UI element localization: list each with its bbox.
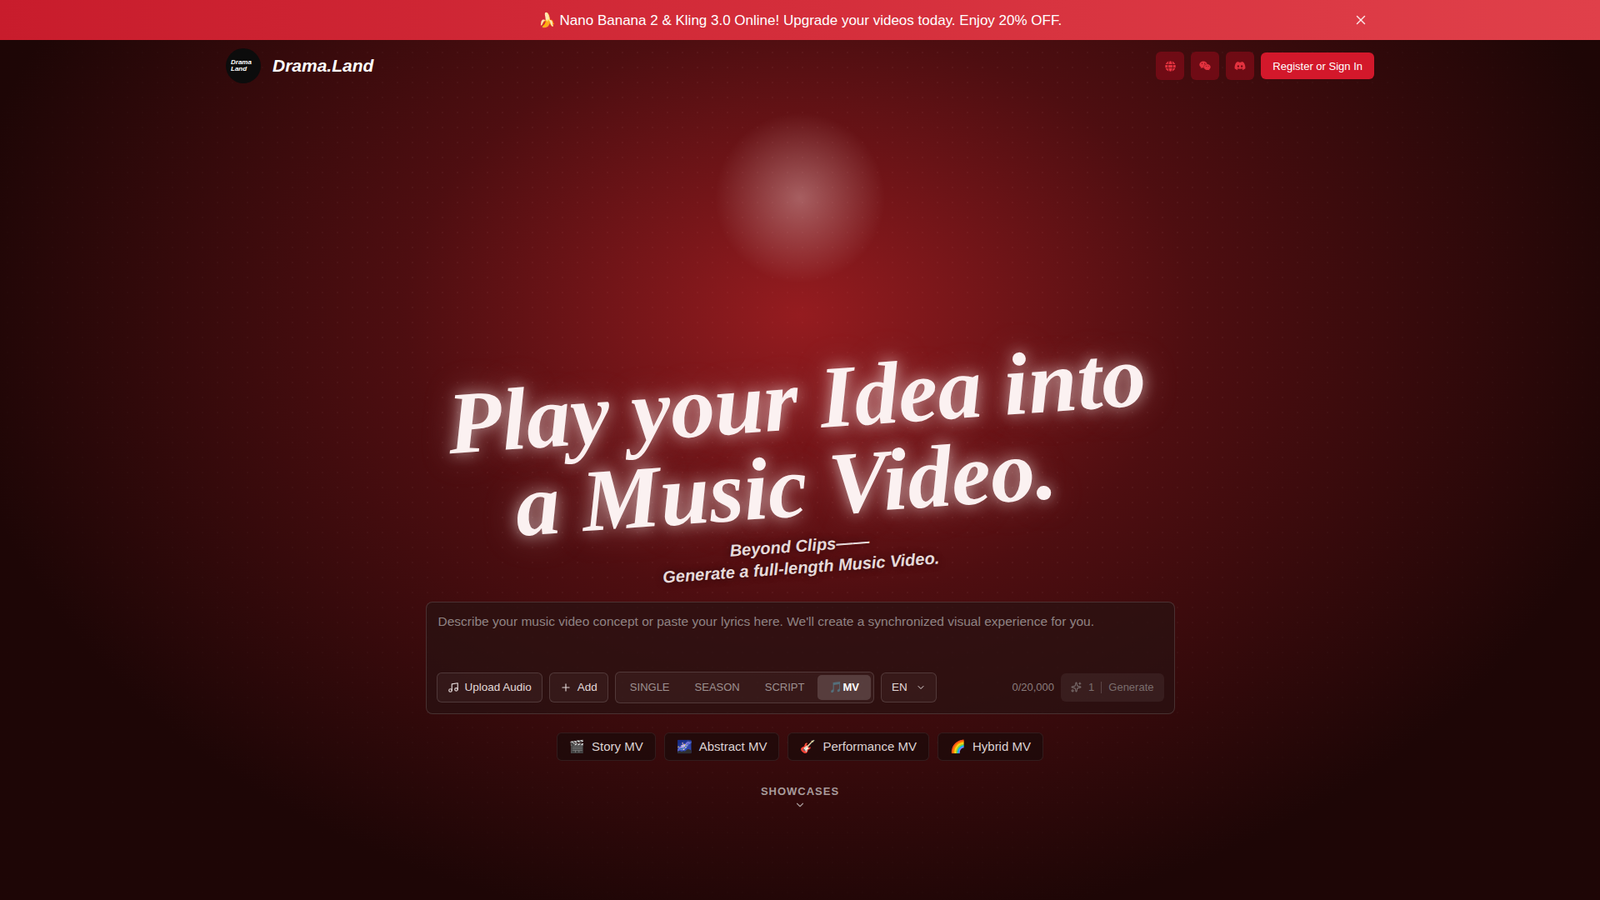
composer-toolbar: Upload AudioAddSINGLESEASONSCRIPT🎵MVEN0/… (436, 671, 1165, 704)
logo-text: Drama (230, 59, 252, 66)
mode-button[interactable]: SCRIPT (753, 675, 817, 700)
add-button[interactable]: Add (549, 672, 609, 703)
style-chip[interactable]: 🎸Performance MV (787, 732, 930, 761)
style-chips: 🎬Story MV 🌌Abstract MV🎸Performance MV🌈Hyb… (556, 732, 1044, 761)
close-banner-button[interactable] (1351, 10, 1370, 30)
mode-switch: SINGLESEASONSCRIPT🎵MV (615, 671, 875, 704)
mode-button[interactable]: 🎵MV (817, 675, 871, 700)
promo-banner: 🍌 Nano Banana 2 & Kling 3.0 Online! Upgr… (0, 0, 1600, 40)
mode-button[interactable]: SEASON (683, 675, 752, 700)
style-chip[interactable]: 🎬Story MV (556, 732, 656, 761)
wechat-button[interactable] (1190, 51, 1220, 80)
divider (1100, 681, 1102, 694)
logo: DramaLand (225, 48, 261, 84)
style-emoji: 🎸 (800, 739, 816, 755)
globe-icon (1165, 60, 1176, 72)
header-actions: Register or Sign In (1155, 51, 1375, 80)
upload-audio-button[interactable]: Upload Audio (436, 672, 543, 703)
page: 🍌 Nano Banana 2 & Kling 3.0 Online! Upgr… (0, 0, 1600, 900)
brand[interactable]: DramaLand Drama.Land (225, 48, 374, 84)
sign-in-button[interactable]: Register or Sign In (1260, 52, 1375, 80)
chevron-down-icon (915, 682, 926, 693)
close-icon (1353, 12, 1369, 28)
style-chip[interactable]: 🌈Hybrid MV (937, 732, 1044, 761)
discord-icon (1234, 60, 1246, 72)
mode-button[interactable]: SINGLE (618, 675, 682, 700)
brand-name: Drama.Land (272, 55, 374, 76)
hero: Play your Idea intoa Music Video.Beyond … (0, 91, 1600, 812)
hero-title: Play your Idea intoa Music Video. (445, 332, 1155, 555)
website-button[interactable] (1155, 51, 1185, 80)
credit-cost: 1 (1088, 680, 1095, 694)
logo-text: Land (230, 65, 247, 73)
style-chip[interactable]: 🌌Abstract MV (664, 732, 780, 761)
plus-icon (560, 681, 572, 694)
composer: Upload AudioAddSINGLESEASONSCRIPT🎵MVEN0/… (425, 601, 1175, 715)
generate-button[interactable]: 1Generate (1060, 673, 1164, 702)
style-emoji: 🌌 (676, 739, 693, 755)
char-counter: 0/20,000 (1011, 680, 1055, 694)
style-emoji: 🌈 (950, 739, 966, 755)
wechat-icon (1199, 60, 1211, 72)
showcases-link[interactable]: SHOWCASES (755, 784, 845, 812)
chevron-down-icon (794, 799, 806, 811)
discord-button[interactable] (1225, 51, 1255, 80)
style-emoji: 🎬 (569, 739, 585, 755)
music-icon (447, 681, 460, 694)
prompt-input[interactable] (436, 612, 1165, 671)
promo-text: 🍌 Nano Banana 2 & Kling 3.0 Online! Upgr… (538, 11, 1062, 30)
sparkle-icon (1070, 681, 1082, 693)
language-select[interactable]: EN (880, 672, 937, 703)
header: DramaLand Drama.Land Register or Sign In (225, 40, 1375, 92)
